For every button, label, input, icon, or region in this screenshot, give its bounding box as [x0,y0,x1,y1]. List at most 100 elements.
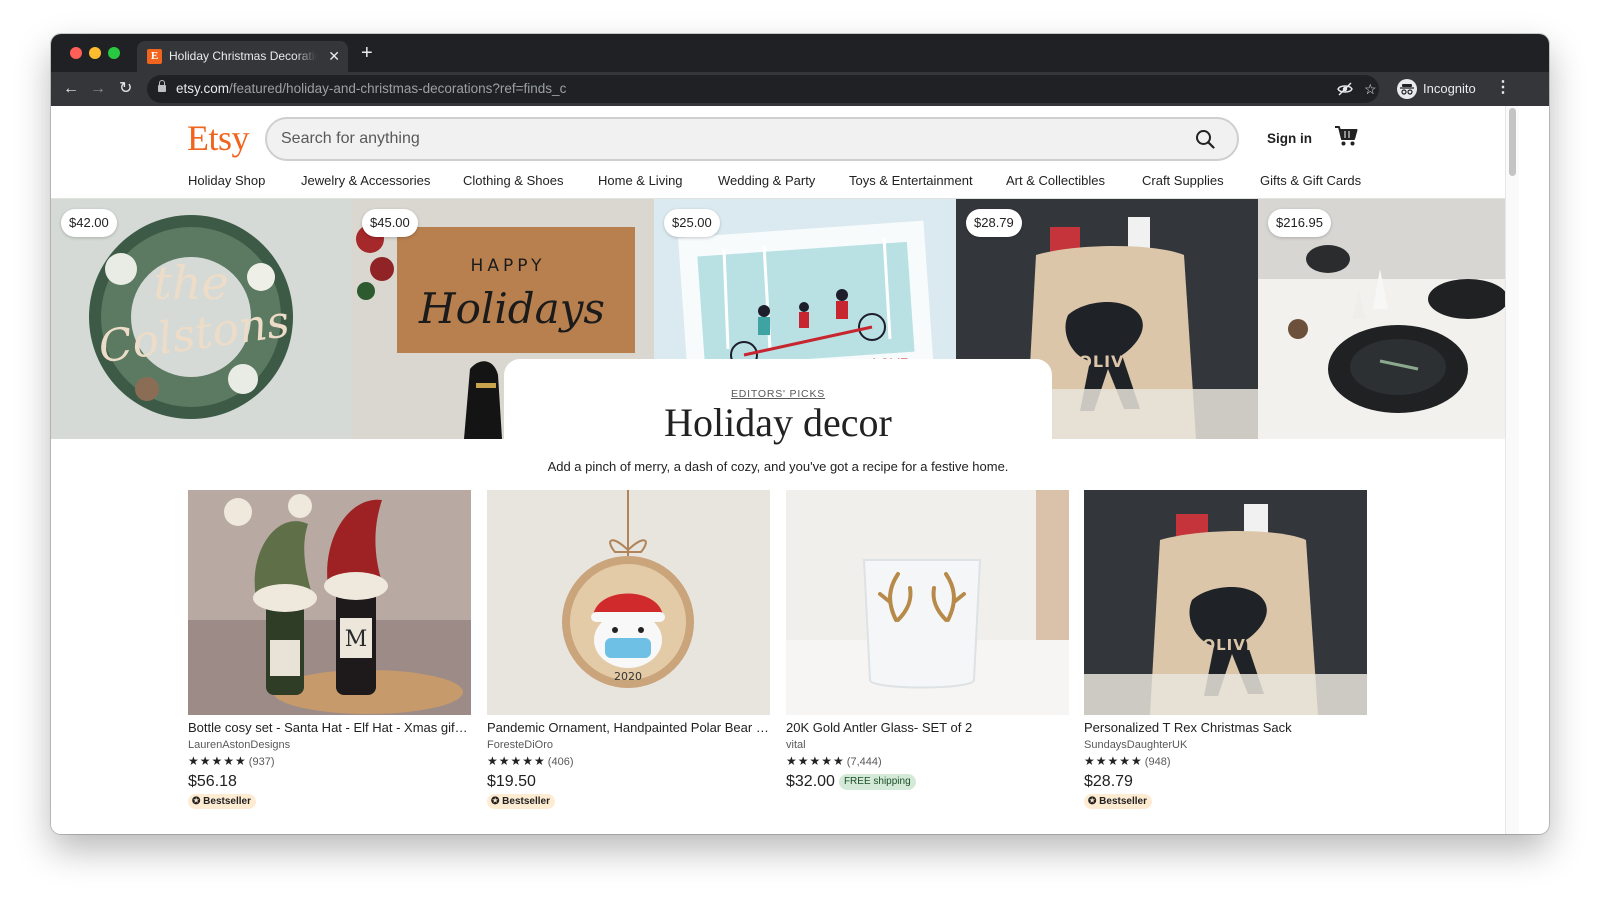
product-title[interactable]: 20K Gold Antler Glass- SET of 2 [786,719,1069,736]
medal-icon: ✪ [1088,796,1100,807]
url-path: /featured/holiday-and-christmas-decorati… [229,81,567,96]
hero-wreath-tile[interactable]: the Colstons $42.00 [51,199,352,439]
medal-icon: ✪ [491,796,503,807]
product-price: $28.79 [1084,773,1133,790]
reload-icon[interactable]: ↻ [119,79,132,99]
nav-clothing-shoes[interactable]: Clothing & Shoes [463,173,563,189]
editors-picks-card: EDITORS' PICKS Holiday decor [504,359,1052,449]
product-title[interactable]: Personalized T Rex Christmas Sack [1084,719,1367,736]
cart-icon[interactable] [1334,125,1358,147]
etsy-logo[interactable]: Etsy [187,118,250,158]
scrollbar-thumb[interactable] [1509,108,1516,176]
browser-tab[interactable]: E Holiday Christmas Decorations ✕ [137,41,348,72]
review-count: (406) [547,756,574,768]
nav-home-living[interactable]: Home & Living [598,173,683,189]
more-vert-icon[interactable]: ⋮ [1495,78,1511,98]
shop-name[interactable]: vital [786,738,806,752]
product-price: $19.50 [487,773,536,790]
product-title[interactable]: Pandemic Ornament, Handpainted Polar Bea… [487,719,770,736]
product-price: $32.00 FREE shipping [786,772,916,792]
close-icon[interactable]: ✕ [328,48,340,64]
star-rating: ★★★★★ [487,754,546,768]
forward-arrow-icon[interactable]: → [90,79,106,99]
badge-label: Bestseller [502,796,550,807]
search-bar [265,117,1239,161]
minimize-window-button[interactable] [89,47,101,59]
etsy-favicon: E [147,49,162,64]
browser-window: E Holiday Christmas Decorations ✕ + ← → … [51,34,1549,834]
hero-price-4: $28.79 [966,209,1022,237]
category-nav: Holiday Shop Jewelry & Accessories Cloth… [51,173,1505,199]
page-scrollbar[interactable] [1505,106,1519,834]
bestseller-badge: ✪ Bestseller [1084,794,1152,809]
nav-craft-supplies[interactable]: Craft Supplies [1142,173,1224,189]
review-count: (948) [1144,756,1171,768]
hero-table-tile[interactable]: $216.95 [1258,199,1505,439]
shop-name[interactable]: ForesteDiOro [487,738,553,752]
nav-holiday-shop[interactable]: Holiday Shop [188,173,265,189]
url-host: etsy.com [176,81,230,96]
star-rating: ★★★★★ [188,754,247,768]
incognito-profile-button[interactable]: Incognito [1393,75,1476,103]
plus-icon[interactable]: + [361,43,373,63]
rating-stars: ★★★★★ (406) [487,754,573,770]
nav-gifts-gift-cards[interactable]: Gifts & Gift Cards [1260,173,1361,189]
ornament-year-text: 2020 [614,670,642,683]
rating-stars: ★★★★★ (7,444) [786,754,882,770]
badge-label: Bestseller [1099,796,1147,807]
rating-stars: ★★★★★ (948) [1084,754,1170,770]
browser-toolbar: ← → ↻ etsy.com/featured/holiday-and-chri… [51,72,1549,106]
maximize-window-button[interactable] [108,47,120,59]
title-bar: E Holiday Christmas Decorations ✕ + [51,34,1549,72]
sign-in-link[interactable]: Sign in [1267,131,1312,147]
star-rating: ★★★★★ [1084,754,1143,768]
doormat-text-top: HAPPY [471,256,546,276]
star-icon[interactable]: ☆ [1364,81,1377,97]
tab-title: Holiday Christmas Decorations [169,49,317,63]
sack-name-text: OLIVER [1202,636,1269,654]
product-image[interactable]: 2020 [487,490,770,715]
hero-price-1: $42.00 [61,209,117,237]
medal-icon: ✪ [192,796,204,807]
editors-picks-eyebrow[interactable]: EDITORS' PICKS [504,388,1052,400]
sack-text-name: OLIVER [1078,352,1149,371]
search-icon[interactable] [1195,129,1215,149]
rating-stars: ★★★★★ (937) [188,754,274,770]
star-rating: ★★★★★ [786,754,845,768]
eye-off-icon[interactable] [1337,81,1353,100]
bestseller-badge: ✪ Bestseller [487,794,555,809]
page-title: Holiday decor [664,400,892,445]
wreath-text-the: the [153,256,228,310]
doormat-text-main: Holidays [418,284,605,333]
search-input[interactable] [281,128,1161,150]
price-value: $32.00 [786,773,835,790]
bestseller-badge: ✪ Bestseller [188,794,256,809]
shop-name[interactable]: LaurenAstonDesigns [188,738,290,752]
bottle-label-text: M [345,627,368,652]
shop-name[interactable]: SundaysDaughterUK [1084,738,1187,752]
product-image[interactable] [786,490,1069,715]
etsy-page: Etsy Sign in Holiday Shop Jewelry & Acce… [51,106,1505,834]
review-count: (7,444) [846,756,882,768]
nav-wedding-party[interactable]: Wedding & Party [718,173,815,189]
hero-price-5: $216.95 [1268,209,1331,237]
product-image[interactable]: M [188,490,471,715]
product-title[interactable]: Bottle cosy set - Santa Hat - Elf Hat - … [188,719,471,736]
review-count: (937) [248,756,275,768]
back-arrow-icon[interactable]: ← [63,79,79,99]
free-shipping-badge: FREE shipping [838,774,916,790]
incognito-label: Incognito [1423,81,1476,96]
incognito-icon [1397,79,1417,99]
nav-art-collectibles[interactable]: Art & Collectibles [1006,173,1105,189]
product-image[interactable]: OLIVER [1084,490,1367,715]
nav-toys-entertainment[interactable]: Toys & Entertainment [849,173,973,189]
page-subtitle: Add a pinch of merry, a dash of cozy, an… [547,459,1009,474]
product-price: $56.18 [188,773,237,790]
lock-icon[interactable] [158,80,166,93]
badge-label: Bestseller [203,796,251,807]
hero-price-2: $45.00 [362,209,418,237]
url-text[interactable]: etsy.com/featured/holiday-and-christmas-… [176,81,566,97]
close-window-button[interactable] [70,47,82,59]
address-bar[interactable]: etsy.com/featured/holiday-and-christmas-… [147,75,1379,103]
nav-jewelry-accessories[interactable]: Jewelry & Accessories [301,173,430,189]
